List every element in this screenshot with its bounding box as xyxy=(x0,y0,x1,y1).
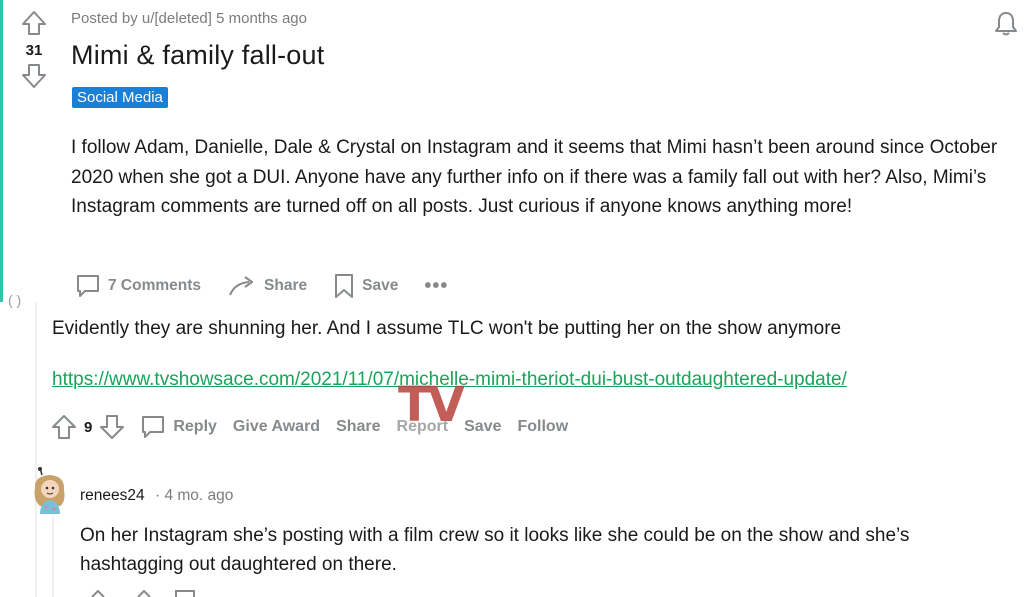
share-arrow-icon xyxy=(229,276,254,296)
comment-text: On her Instagram she’s posting with a fi… xyxy=(80,525,910,575)
reply-label: Reply xyxy=(173,418,217,435)
share-button[interactable]: Share xyxy=(336,418,380,436)
thread-line xyxy=(35,303,37,597)
comment-action-bar-partial xyxy=(91,590,195,597)
comments-button[interactable]: 7 Comments xyxy=(75,273,201,299)
more-options-button[interactable]: ••• xyxy=(424,275,448,298)
save-button[interactable]: Save xyxy=(464,418,501,436)
comment-action-bar: 9 Reply Give Award Share Report Save Fol… xyxy=(50,410,584,444)
reply-button[interactable]: Reply xyxy=(140,414,217,440)
post-score: 31 xyxy=(25,42,43,59)
bookmark-icon xyxy=(335,274,354,298)
collapse-thread-icon[interactable]: ( ) xyxy=(8,292,21,308)
post-title[interactable]: Mimi & family fall-out xyxy=(71,40,324,71)
upvote-arrow-icon[interactable] xyxy=(50,413,78,441)
save-label: Save xyxy=(362,277,399,294)
comment-author[interactable]: renees24 xyxy=(80,487,145,505)
post-meta: Posted by u/[deleted] 5 months ago xyxy=(71,10,307,27)
comment-text: Evidently they are shunning her. And I a… xyxy=(52,318,842,339)
post-action-bar: 7 Comments Share Save ••• xyxy=(75,268,448,304)
comment-icon xyxy=(142,416,165,438)
comment-score: 9 xyxy=(84,418,93,436)
post-flair[interactable]: Social Media xyxy=(72,87,168,108)
upvote-arrow-icon[interactable] xyxy=(19,8,49,38)
save-button[interactable]: Save xyxy=(333,272,398,300)
share-button[interactable]: Share xyxy=(227,273,307,299)
post-body: I follow Adam, Danielle, Dale & Crystal … xyxy=(71,137,998,217)
bell-icon[interactable] xyxy=(991,8,1021,38)
avatar[interactable] xyxy=(30,466,70,516)
give-award-button[interactable]: Give Award xyxy=(233,418,320,436)
comment-timestamp: · 4 mo. ago xyxy=(155,487,234,504)
comment-icon xyxy=(77,275,99,297)
comments-label: 7 Comments xyxy=(108,277,202,294)
follow-button[interactable]: Follow xyxy=(517,418,568,436)
downvote-arrow-icon[interactable] xyxy=(19,61,49,91)
report-button[interactable]: Report xyxy=(397,418,449,436)
post-card: 31 Posted by u/[deleted] 5 months ago Mi… xyxy=(0,0,1024,302)
share-label: Share xyxy=(264,277,308,294)
downvote-arrow-icon[interactable] xyxy=(98,413,126,441)
post-vote-column: 31 xyxy=(17,8,51,91)
thread-line xyxy=(52,516,54,597)
